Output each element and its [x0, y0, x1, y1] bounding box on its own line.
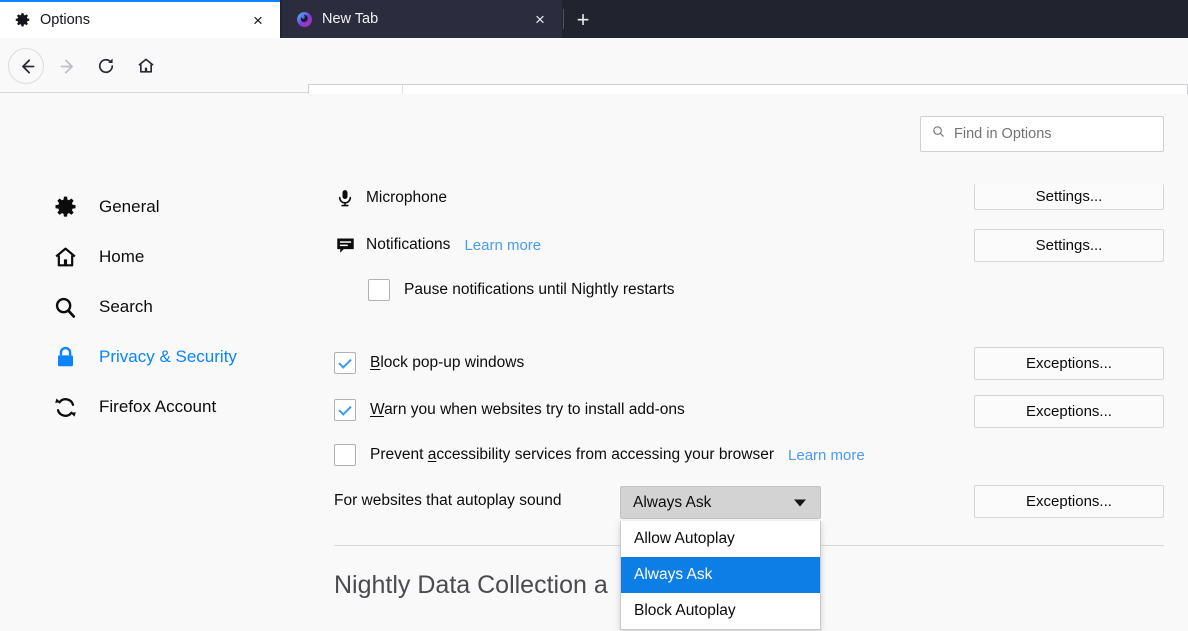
- autoplay-dropdown-button[interactable]: Always Ask: [620, 486, 821, 519]
- preferences-page: Find in Options General Home Search Priv…: [0, 94, 1188, 631]
- checkbox-label-text: ccessibility services from accessing you…: [436, 446, 775, 463]
- gear-icon: [14, 12, 31, 29]
- learn-more-link[interactable]: Learn more: [788, 447, 865, 464]
- sidebar-item-label: Firefox Account: [99, 397, 217, 416]
- permission-row-notifications: Notifications Learn more: [334, 234, 541, 256]
- checkbox-pause-notifications[interactable]: [368, 279, 390, 301]
- lock-icon: [52, 344, 79, 371]
- microphone-settings-button[interactable]: Settings...: [974, 184, 1164, 210]
- checkbox-warn-addons[interactable]: [334, 399, 356, 421]
- addons-exceptions-button[interactable]: Exceptions...: [974, 395, 1164, 428]
- tab-new-tab[interactable]: New Tab ×: [282, 0, 562, 38]
- checkbox-label: Prevent accessibility services from acce…: [370, 446, 775, 463]
- firefox-icon: [296, 11, 313, 28]
- notification-bubble-icon: [334, 234, 356, 256]
- sidebar-item-label: General: [99, 197, 160, 216]
- tab-separator: [563, 9, 564, 29]
- close-icon[interactable]: ×: [530, 9, 550, 29]
- home-icon[interactable]: [130, 50, 162, 82]
- microphone-icon: [334, 187, 356, 209]
- popups-exceptions-button[interactable]: Exceptions...: [974, 347, 1164, 380]
- checkbox-block-popups[interactable]: [334, 352, 356, 374]
- gear-icon: [52, 194, 79, 221]
- home-icon: [52, 244, 79, 271]
- dropdown-option-allow-autoplay[interactable]: Allow Autoplay: [621, 521, 820, 557]
- sidebar-item-firefox-account[interactable]: Firefox Account: [52, 382, 292, 432]
- permission-label: Notifications: [366, 236, 451, 253]
- autoplay-label: For websites that autoplay sound: [334, 492, 562, 509]
- permission-label: Microphone: [366, 189, 447, 206]
- checkbox-label-text: arn you when websites try to install add…: [384, 401, 685, 418]
- sidebar-item-label: Home: [99, 247, 145, 266]
- checkbox-row-prevent-accessibility[interactable]: Prevent accessibility services from acce…: [334, 444, 865, 466]
- dropdown-option-block-autoplay[interactable]: Block Autoplay: [621, 593, 820, 629]
- autoplay-dropdown-list[interactable]: Allow Autoplay Always Ask Block Autoplay: [620, 521, 821, 630]
- sidebar-item-home[interactable]: Home: [52, 232, 292, 282]
- data-collection-heading: Nightly Data Collection a: [334, 571, 608, 599]
- tab-label: Options: [40, 12, 90, 28]
- close-icon[interactable]: ×: [248, 10, 268, 30]
- checkbox-label-text: lock pop-up windows: [380, 354, 525, 371]
- notifications-settings-button[interactable]: Settings...: [974, 229, 1164, 262]
- chevron-down-icon: [794, 499, 806, 506]
- preferences-sidebar: General Home Search Privacy & Security F…: [52, 182, 292, 432]
- checkbox-label: Warn you when websites try to install ad…: [370, 401, 685, 418]
- browser-window: Options × New Tab × + Find in Options Ge…: [0, 0, 1188, 631]
- checkbox-row-warn-addons[interactable]: Warn you when websites try to install ad…: [334, 399, 685, 421]
- reload-icon[interactable]: [90, 50, 122, 82]
- autoplay-row: For websites that autoplay sound: [334, 492, 561, 510]
- autoplay-exceptions-button[interactable]: Exceptions...: [974, 485, 1164, 518]
- back-arrow-icon[interactable]: [8, 48, 44, 84]
- dropdown-option-always-ask[interactable]: Always Ask: [621, 557, 820, 593]
- tab-options[interactable]: Options ×: [0, 0, 280, 38]
- checkbox-label: Block pop-up windows: [370, 354, 525, 371]
- sidebar-item-general[interactable]: General: [52, 182, 292, 232]
- tab-bar: Options × New Tab × +: [0, 0, 1188, 38]
- checkbox-prevent-accessibility[interactable]: [334, 444, 356, 466]
- sidebar-item-label: Privacy & Security: [99, 347, 237, 366]
- sidebar-item-search[interactable]: Search: [52, 282, 292, 332]
- forward-arrow-icon: [52, 50, 84, 82]
- search-icon: [52, 294, 79, 321]
- sync-icon: [52, 394, 79, 421]
- navigation-toolbar: Nightly about:preferences#privacy: [0, 38, 1188, 122]
- tab-label: New Tab: [322, 11, 379, 27]
- search-placeholder: Find in Options: [954, 126, 1052, 142]
- new-tab-button[interactable]: +: [570, 8, 596, 32]
- learn-more-link[interactable]: Learn more: [464, 237, 541, 254]
- checkbox-label: Pause notifications until Nightly restar…: [404, 281, 675, 298]
- checkbox-row-block-popups[interactable]: Block pop-up windows: [334, 352, 524, 374]
- sidebar-item-label: Search: [99, 297, 153, 316]
- permission-row-microphone: Microphone: [334, 187, 447, 209]
- checkbox-row-pause-notifications[interactable]: Pause notifications until Nightly restar…: [368, 279, 675, 301]
- search-icon: [931, 124, 946, 144]
- search-input[interactable]: Find in Options: [920, 116, 1164, 152]
- sidebar-item-privacy-security[interactable]: Privacy & Security: [52, 332, 292, 382]
- autoplay-dropdown-value: Always Ask: [633, 493, 712, 511]
